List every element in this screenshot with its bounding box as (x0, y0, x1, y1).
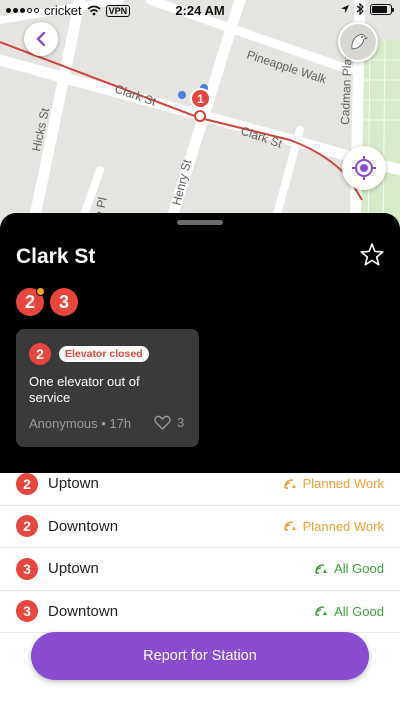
line-badge: 2 (16, 515, 38, 538)
report-text: One elevator out of service (29, 374, 140, 405)
signal-wave-icon (283, 521, 296, 532)
like-count: 3 (177, 415, 185, 430)
line-badge[interactable]: 3 (50, 288, 78, 316)
report-for-station-button[interactable]: Report for Station (31, 632, 369, 680)
map-street-label: Henry St (169, 157, 194, 206)
locate-me-button[interactable] (342, 146, 386, 190)
status-text: Planned Work (302, 518, 384, 534)
signal-wave-icon (283, 478, 296, 489)
direction-label: Uptown (48, 475, 99, 493)
alert-dot (36, 287, 45, 296)
chevron-left-icon (36, 32, 46, 46)
direction-list: 2 Uptown Planned Work 2 Downtown Planned… (0, 463, 400, 633)
signal-wave-icon (315, 606, 328, 617)
line-badge-label: 2 (24, 291, 35, 312)
station-map-pin[interactable]: 1 (190, 88, 211, 109)
line-badge-label: 2 (23, 475, 31, 492)
status-indicator: All Good (315, 604, 384, 619)
direction-label: Downtown (48, 602, 119, 620)
status-indicator: Planned Work (283, 518, 384, 534)
station-lines: 2 3 (16, 287, 78, 316)
status-text: All Good (334, 603, 384, 619)
direction-row[interactable]: 3 Downtown All Good (0, 591, 400, 633)
status-indicator: All Good (315, 561, 384, 576)
crosshair-icon (352, 156, 376, 180)
battery-icon (370, 3, 394, 15)
status-right (340, 3, 394, 15)
direction-label: Uptown (48, 560, 99, 578)
battery-level (372, 5, 388, 13)
direction-row[interactable]: 2 Uptown Planned Work (0, 463, 400, 506)
like-button[interactable]: 3 (154, 415, 184, 430)
status-text: Planned Work (302, 476, 384, 492)
report-line-badge: 2 (29, 343, 51, 365)
bluetooth-icon (356, 3, 364, 15)
status-indicator: Planned Work (283, 476, 384, 492)
station-panel: Clark St 2 3 2 Elevator closed One eleva… (0, 213, 400, 473)
line-badge-label: 3 (58, 291, 69, 312)
bird-icon (351, 33, 369, 50)
elevator-closed-tag: Elevator closed (59, 346, 149, 362)
line-badge: 3 (16, 600, 38, 623)
report-line-label: 2 (36, 346, 44, 362)
status-bar: cricket VPN 2:24 AM (0, 0, 400, 20)
drag-handle[interactable] (177, 220, 223, 225)
line-badge-label: 3 (23, 603, 31, 620)
location-arrow-icon (341, 5, 349, 13)
heart-icon (154, 415, 171, 430)
favorite-star-icon[interactable] (358, 241, 386, 269)
station-name: Clark St (16, 245, 96, 268)
direction-row[interactable]: 3 Uptown All Good (0, 548, 400, 591)
direction-label: Downtown (48, 517, 119, 535)
report-author: Anonymous • 17h (29, 416, 132, 431)
direction-row[interactable]: 2 Downtown Planned Work (0, 506, 400, 548)
map-pin-label: 1 (197, 91, 204, 106)
line-badge: 2 (16, 472, 38, 495)
line-badge-label: 3 (23, 560, 31, 577)
report-card[interactable]: 2 Elevator closed One elevator out of se… (16, 329, 199, 447)
line-badge[interactable]: 2 (16, 287, 45, 316)
signal-wave-icon (315, 563, 328, 574)
back-button[interactable] (24, 22, 58, 56)
compass-button[interactable] (338, 22, 378, 62)
line-badge-label: 2 (23, 518, 31, 535)
map-street-label: Clark St (113, 82, 159, 109)
map-street-label: Pineapple Walk (245, 48, 329, 87)
line-badge: 3 (16, 557, 38, 580)
report-button-label: Report for Station (143, 648, 257, 664)
status-text: All Good (334, 561, 384, 577)
